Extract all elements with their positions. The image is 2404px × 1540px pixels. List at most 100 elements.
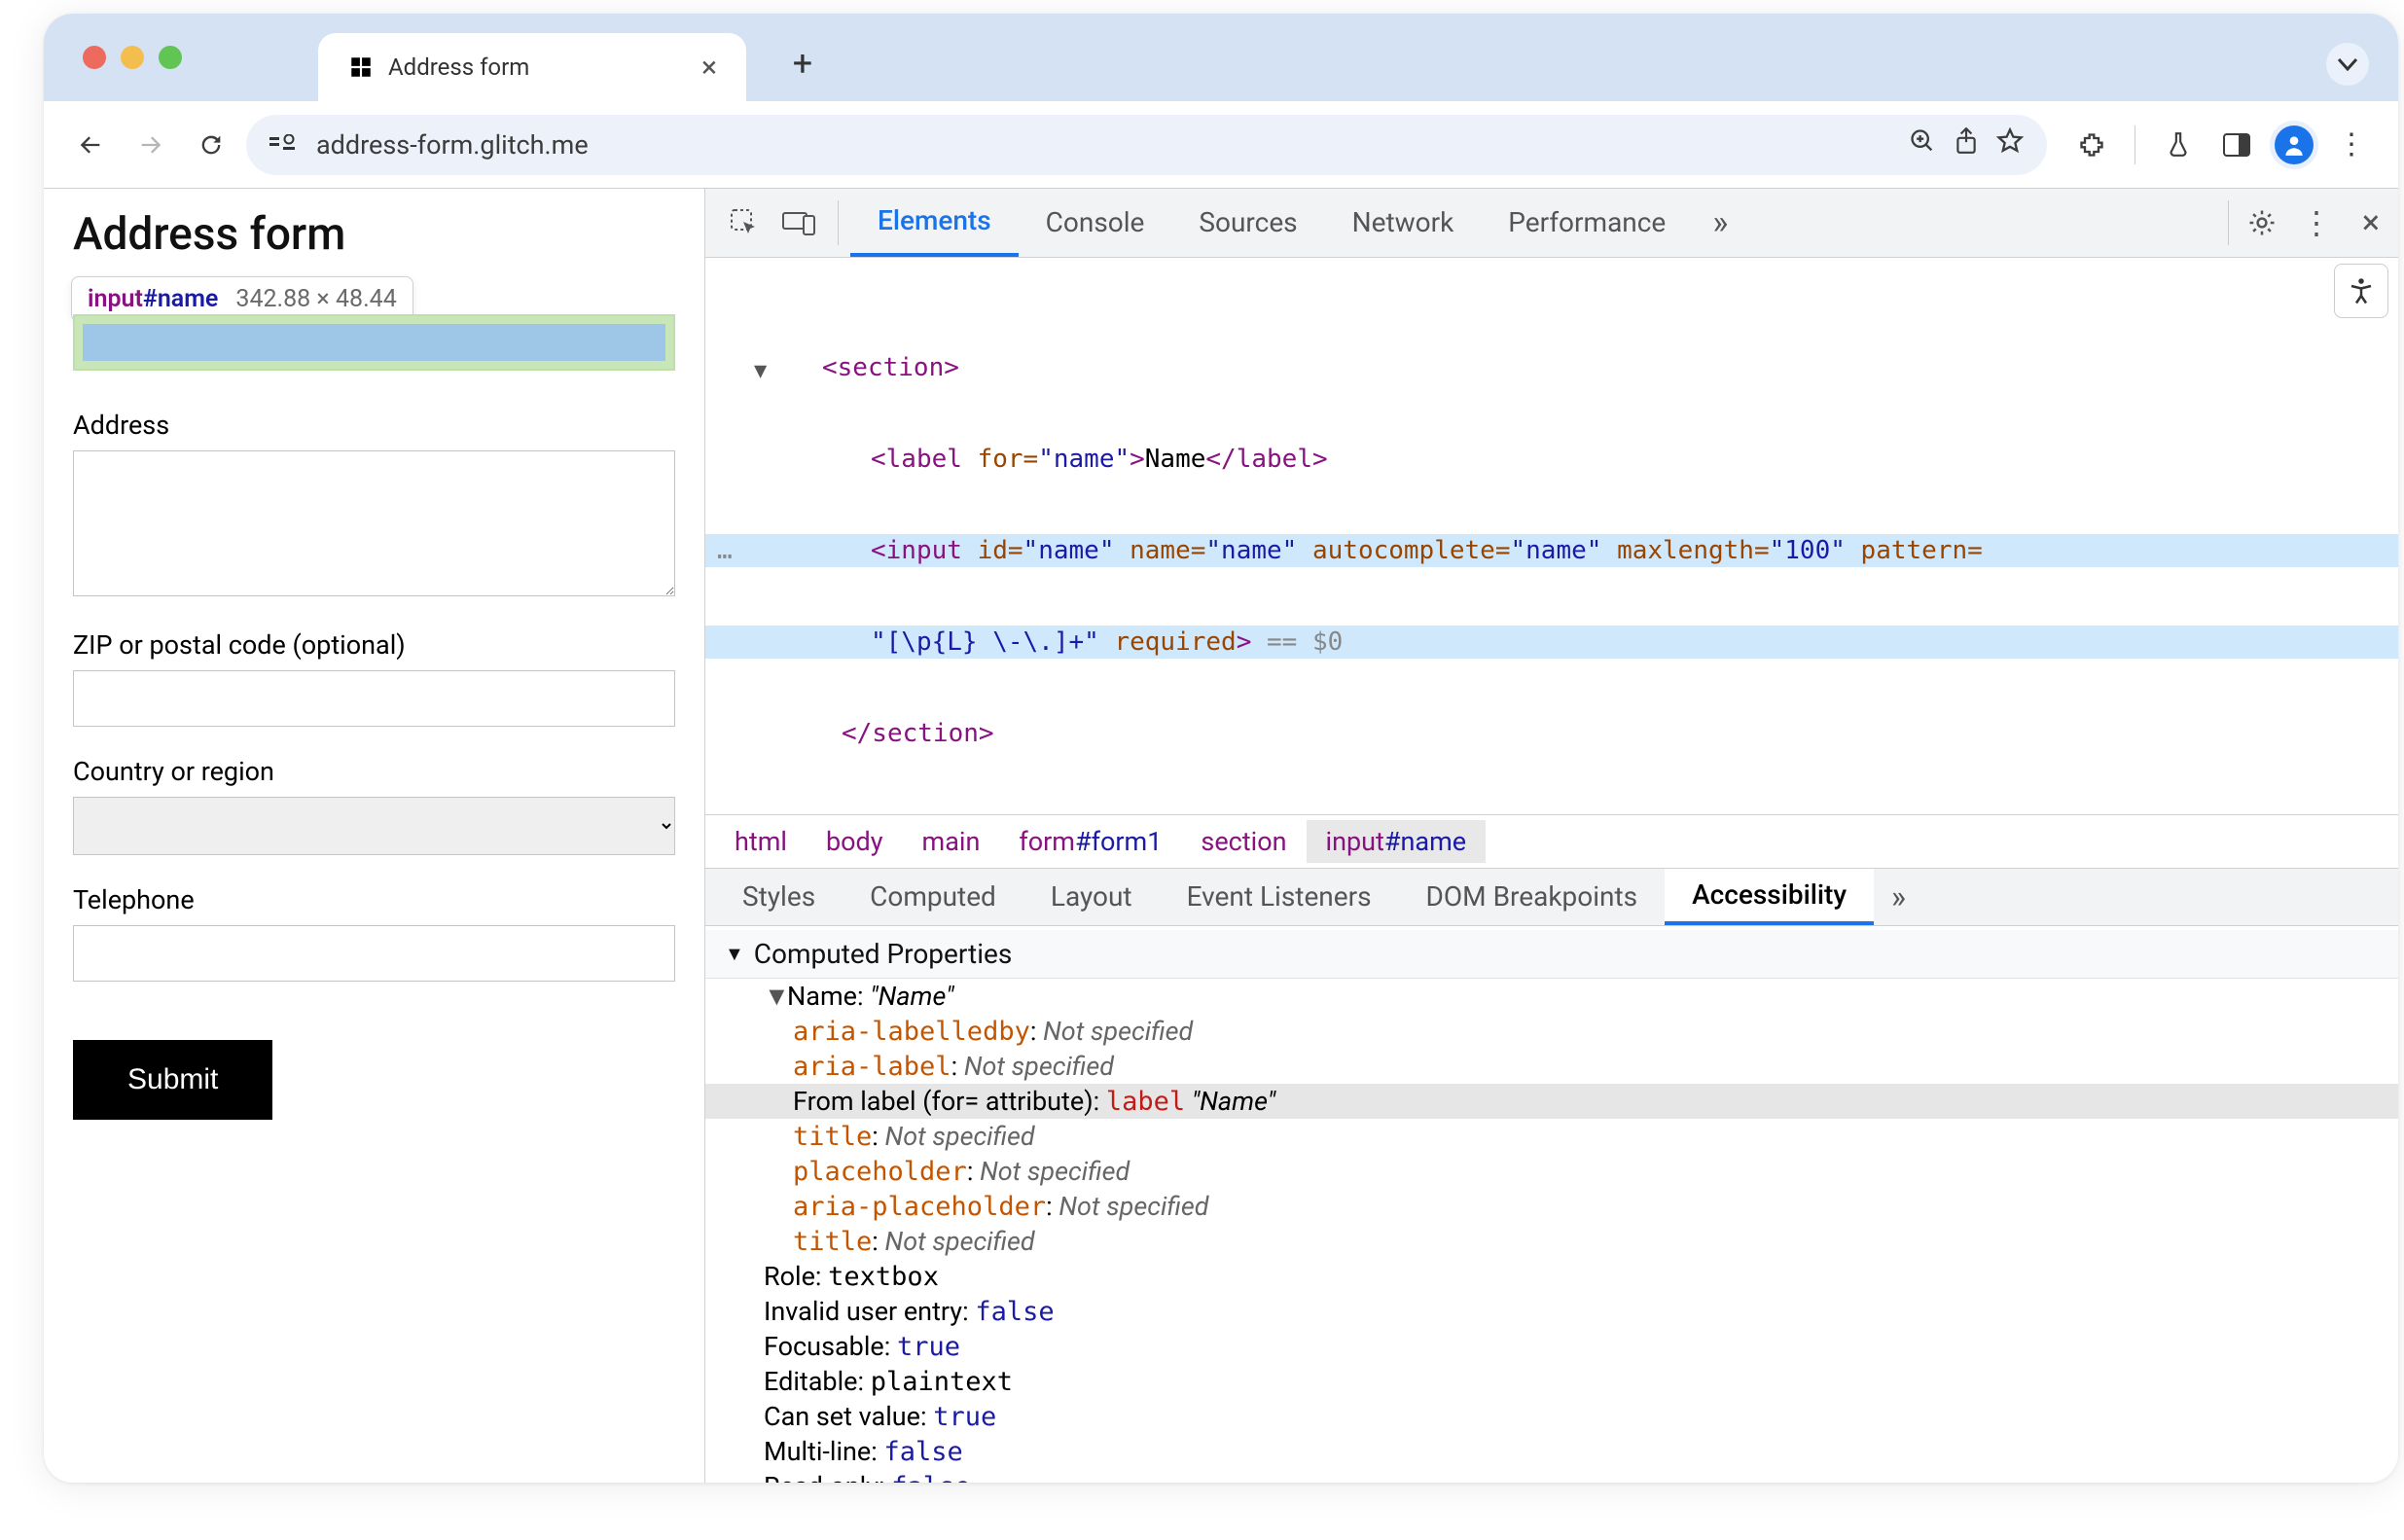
dom-closing-section[interactable]: </section> [705, 717, 2398, 750]
devtools-tabbar: ElementsConsoleSourcesNetworkPerformance… [705, 189, 2398, 258]
divider [838, 200, 839, 245]
breadcrumb-item[interactable]: main [903, 820, 1000, 863]
breadcrumb-item[interactable]: html [715, 820, 807, 863]
label-country: Country or region [73, 756, 675, 787]
select-country[interactable] [73, 797, 675, 855]
devtools-subtab-accessibility[interactable]: Accessibility [1665, 869, 1874, 926]
inspect-element-icon[interactable] [717, 196, 771, 250]
dom-tree[interactable]: ▼<section> <label for="name">Name</label… [705, 258, 2398, 814]
tooltip-dimensions: 342.88 × 48.44 [235, 285, 396, 313]
accessibility-tree-icon[interactable] [2334, 264, 2388, 318]
a11y-property: Read-only: false [705, 1469, 2398, 1483]
a11y-name-source: aria-labelledby: Not specified [705, 1014, 2398, 1049]
maximize-window-icon[interactable] [159, 46, 182, 69]
browser-window: Address form × + address-form.gl [44, 14, 2398, 1483]
bookmark-star-icon[interactable] [1996, 127, 2024, 161]
devtools-subtab-dom-breakpoints[interactable]: DOM Breakpoints [1399, 869, 1666, 926]
window-controls [83, 46, 182, 69]
favicon-icon [347, 54, 375, 81]
a11y-name-source: placeholder: Not specified [705, 1154, 2398, 1189]
devtools-subtab-computed[interactable]: Computed [843, 869, 1023, 926]
toolbar: address-form.glitch.me [44, 101, 2398, 189]
dom-label-line[interactable]: <label for="name">Name</label> [705, 443, 2398, 476]
more-tabs-icon[interactable]: » [1693, 196, 1747, 250]
a11y-name-source: title: Not specified [705, 1224, 2398, 1259]
submit-button[interactable]: Submit [73, 1040, 272, 1120]
side-panel-icon[interactable] [2211, 120, 2262, 170]
address-bar[interactable]: address-form.glitch.me [246, 115, 2047, 175]
breadcrumb-item[interactable]: body [807, 820, 903, 863]
devtools-close-icon[interactable]: × [2344, 196, 2398, 250]
a11y-name-source: aria-label: Not specified [705, 1049, 2398, 1084]
new-tab-button[interactable]: + [775, 36, 830, 90]
input-telephone[interactable] [73, 925, 675, 982]
reload-button[interactable] [186, 120, 236, 170]
a11y-property: Editable: plaintext [705, 1364, 2398, 1399]
browser-tab[interactable]: Address form × [318, 33, 746, 101]
tab-strip: Address form × + [44, 14, 2398, 101]
device-toggle-icon[interactable] [771, 196, 826, 250]
breadcrumb-item[interactable]: input#name [1307, 820, 1487, 863]
accessibility-pane: ▼Computed Properties ▼Name: "Name" aria-… [705, 926, 2398, 1483]
computed-properties-header[interactable]: ▼Computed Properties [705, 930, 2398, 979]
settings-gear-icon[interactable] [2235, 196, 2289, 250]
devtools-subtabs: StylesComputedLayoutEvent ListenersDOM B… [705, 869, 2398, 927]
kebab-menu-icon[interactable]: ⋮ [2326, 120, 2377, 170]
a11y-name-source: aria-placeholder: Not specified [705, 1189, 2398, 1224]
site-info-icon[interactable] [269, 134, 299, 156]
a11y-name-source: From label (for= attribute): label "Name… [705, 1084, 2398, 1119]
textarea-address[interactable] [73, 450, 675, 596]
field-address: Address [73, 410, 675, 600]
a11y-property: Can set value: true [705, 1399, 2398, 1434]
name-input-highlighted[interactable] [83, 324, 665, 361]
forward-button[interactable] [126, 120, 176, 170]
divider [2228, 200, 2229, 245]
a11y-property: Role: textbox [705, 1259, 2398, 1294]
field-zip: ZIP or postal code (optional) [73, 629, 675, 727]
a11y-property: Multi-line: false [705, 1434, 2398, 1469]
name-field-highlight [73, 314, 675, 371]
toolbar-right: ⋮ [2066, 120, 2377, 170]
field-country: Country or region [73, 756, 675, 855]
breadcrumb-item[interactable]: section [1181, 820, 1306, 863]
devtools-subtab-event-listeners[interactable]: Event Listeners [1160, 869, 1399, 926]
label-telephone: Telephone [73, 884, 675, 915]
devtools-tab-sources[interactable]: Sources [1171, 189, 1324, 257]
dom-input-line-2[interactable]: "[\p{L} \-\.]+" required> == $0 [705, 626, 2398, 659]
devtools-tab-elements[interactable]: Elements [850, 189, 1019, 257]
dom-breadcrumb: htmlbodymainform#form1sectioninput#name [705, 814, 2398, 869]
input-zip[interactable] [73, 670, 675, 727]
minimize-window-icon[interactable] [121, 46, 144, 69]
avatar-icon [2275, 125, 2314, 164]
devtools-subtab-styles[interactable]: Styles [715, 869, 843, 926]
back-button[interactable] [65, 120, 116, 170]
tooltip-id: #name [143, 285, 219, 313]
close-tab-icon[interactable]: × [701, 51, 717, 85]
profile-button[interactable] [2270, 121, 2318, 169]
dom-input-line-selected[interactable]: ⋯<input id="name" name="name" autocomple… [705, 534, 2398, 567]
url-text: address-form.glitch.me [316, 129, 1891, 161]
label-zip: ZIP or postal code (optional) [73, 629, 675, 661]
devtools-subtab-layout[interactable]: Layout [1023, 869, 1160, 926]
tabs-dropdown-icon[interactable] [2326, 43, 2369, 86]
devtools-tab-console[interactable]: Console [1019, 189, 1172, 257]
devtools-tab-performance[interactable]: Performance [1481, 189, 1693, 257]
page-content: Address form input#name 342.88 × 48.44 A… [44, 189, 705, 1483]
devtools-tabs: ElementsConsoleSourcesNetworkPerformance [850, 189, 1693, 257]
field-telephone: Telephone [73, 884, 675, 982]
a11y-property: Focusable: true [705, 1329, 2398, 1364]
a11y-name-source: title: Not specified [705, 1119, 2398, 1154]
devtools-tab-network[interactable]: Network [1325, 189, 1482, 257]
labs-icon[interactable] [2153, 120, 2204, 170]
extensions-icon[interactable] [2066, 120, 2117, 170]
subtabs-more-icon[interactable]: » [1874, 869, 1923, 926]
share-icon[interactable] [1954, 127, 1979, 161]
close-window-icon[interactable] [83, 46, 106, 69]
a11y-property: Invalid user entry: false [705, 1294, 2398, 1329]
label-address: Address [73, 410, 675, 441]
chrome-top: Address form × + address-form.gl [44, 14, 2398, 189]
zoom-icon[interactable] [1909, 127, 1936, 161]
breadcrumb-item[interactable]: form#form1 [999, 820, 1181, 863]
name-row[interactable]: ▼Name: "Name" [705, 979, 2398, 1014]
devtools-kebab-icon[interactable]: ⋮ [2289, 196, 2344, 250]
